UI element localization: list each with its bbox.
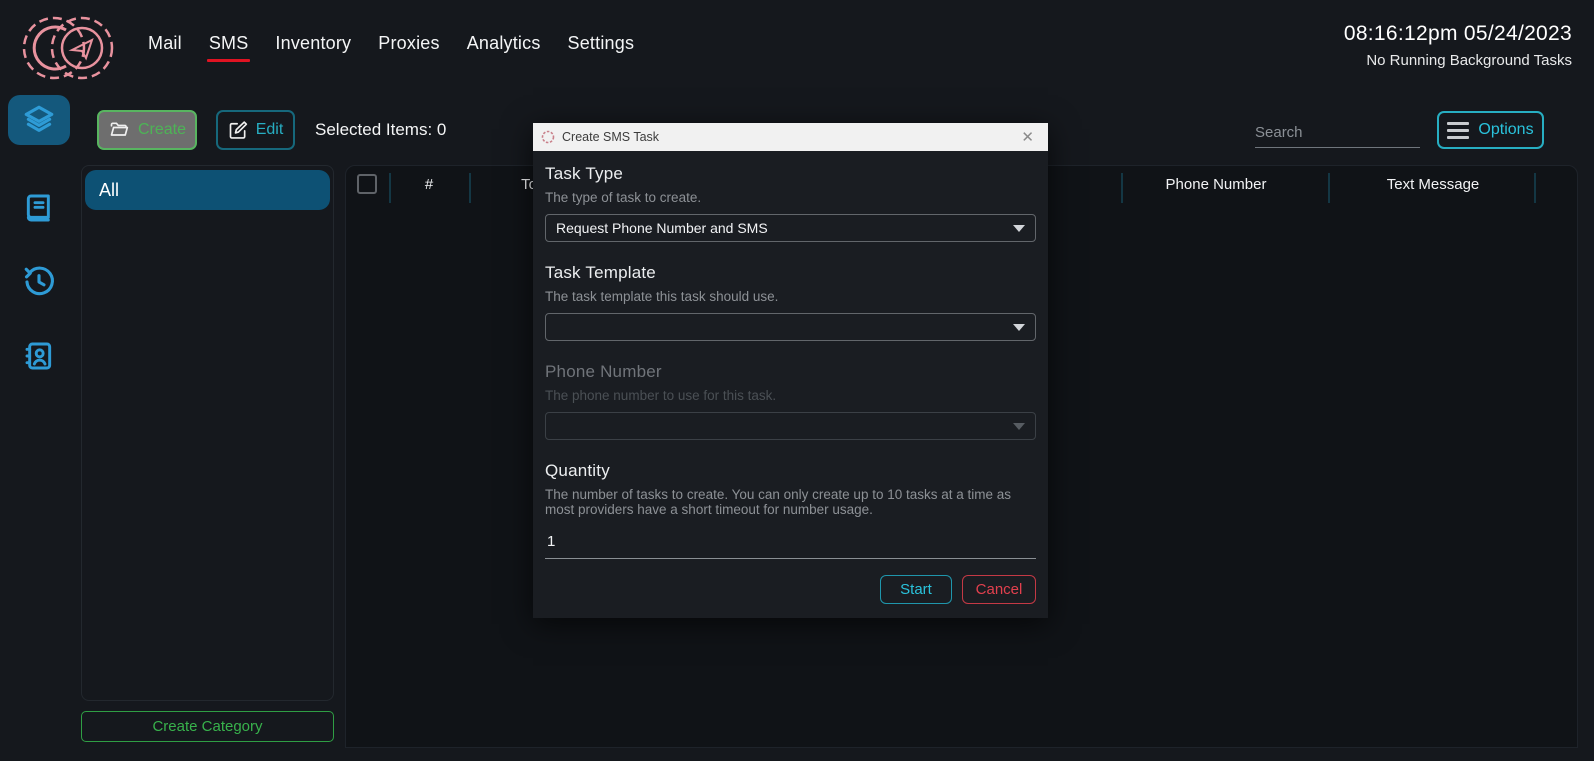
column-divider (1534, 173, 1536, 203)
start-button[interactable]: Start (880, 575, 952, 604)
edit-button-label: Edit (256, 121, 284, 139)
notebook-icon (23, 191, 55, 225)
create-button[interactable]: Create (97, 110, 197, 150)
task-template-description: The task template this task should use. (545, 289, 1036, 304)
options-button[interactable]: Options (1437, 111, 1544, 149)
clock: 08:16:12pm 05/24/2023 (1344, 22, 1572, 46)
nav-item-sms[interactable]: SMS (209, 33, 249, 62)
chevron-down-icon (1013, 423, 1025, 430)
modal-body: Task Type The type of task to create. Re… (533, 151, 1048, 618)
column-divider (469, 173, 471, 203)
chevron-down-icon (1013, 324, 1025, 331)
task-type-value: Request Phone Number and SMS (556, 220, 1013, 236)
task-template-label: Task Template (545, 263, 1036, 283)
create-sms-task-modal: Create SMS Task ✕ Task Type The type of … (533, 123, 1048, 618)
column-divider (389, 173, 391, 203)
create-category-button[interactable]: Create Category (81, 711, 334, 742)
task-type-description: The type of task to create. (545, 190, 1036, 205)
edit-icon (228, 120, 248, 140)
sidebar (0, 95, 78, 761)
hamburger-icon (1447, 122, 1469, 139)
main-nav: Mail SMS Inventory Proxies Analytics Set… (148, 33, 634, 62)
sidebar-item-tasks[interactable] (8, 95, 70, 145)
column-divider (1121, 173, 1123, 203)
folder-icon (108, 120, 130, 140)
quantity-label: Quantity (545, 461, 1036, 481)
close-icon[interactable]: ✕ (1015, 130, 1040, 145)
column-header-number: # (425, 176, 433, 193)
phone-number-label: Phone Number (545, 362, 1036, 382)
top-nav-bar: Mail SMS Inventory Proxies Analytics Set… (0, 0, 1594, 95)
edit-button[interactable]: Edit (216, 110, 295, 150)
modal-titlebar[interactable]: Create SMS Task ✕ (533, 123, 1048, 151)
quantity-description: The number of tasks to create. You can o… (545, 487, 1037, 517)
nav-item-mail[interactable]: Mail (148, 33, 182, 62)
contacts-icon (23, 339, 55, 373)
background-tasks-status: No Running Background Tasks (1344, 52, 1572, 69)
layers-icon (22, 103, 56, 137)
nav-item-proxies[interactable]: Proxies (378, 33, 439, 62)
nav-item-settings[interactable]: Settings (568, 33, 635, 62)
app-root: Mail SMS Inventory Proxies Analytics Set… (0, 0, 1594, 761)
selected-items-count: Selected Items: 0 (315, 120, 446, 140)
category-item-all[interactable]: All (85, 170, 330, 210)
options-button-label: Options (1478, 121, 1533, 139)
nav-item-analytics[interactable]: Analytics (467, 33, 541, 62)
phone-number-description: The phone number to use for this task. (545, 388, 1036, 403)
task-type-select[interactable]: Request Phone Number and SMS (545, 214, 1036, 242)
sidebar-item-history[interactable] (8, 257, 70, 307)
app-logo-icon (16, 4, 120, 92)
sidebar-item-contacts[interactable] (8, 331, 70, 381)
field-phone-number: Phone Number The phone number to use for… (545, 362, 1036, 440)
column-header-text-message: Text Message (1387, 176, 1480, 193)
task-type-label: Task Type (545, 164, 1036, 184)
modal-actions: Start Cancel (880, 575, 1036, 604)
create-button-label: Create (138, 121, 186, 139)
column-header-phone-number: Phone Number (1166, 176, 1267, 193)
column-divider (1328, 173, 1330, 203)
cancel-button[interactable]: Cancel (962, 575, 1036, 604)
select-all-checkbox[interactable] (357, 174, 377, 194)
search-input[interactable] (1255, 118, 1420, 148)
task-template-select[interactable] (545, 313, 1036, 341)
quantity-input[interactable] (545, 527, 1036, 559)
chevron-down-icon (1013, 225, 1025, 232)
nav-item-inventory[interactable]: Inventory (275, 33, 351, 62)
modal-title: Create SMS Task (562, 130, 1015, 144)
field-quantity: Quantity The number of tasks to create. … (545, 461, 1036, 559)
history-icon (22, 265, 56, 299)
modal-logo-icon (541, 130, 555, 144)
sidebar-item-templates[interactable] (8, 183, 70, 233)
phone-number-select (545, 412, 1036, 440)
field-task-template: Task Template The task template this tas… (545, 263, 1036, 341)
category-panel: All (81, 165, 334, 701)
status-area: 08:16:12pm 05/24/2023 No Running Backgro… (1344, 22, 1572, 69)
field-task-type: Task Type The type of task to create. Re… (545, 164, 1036, 242)
